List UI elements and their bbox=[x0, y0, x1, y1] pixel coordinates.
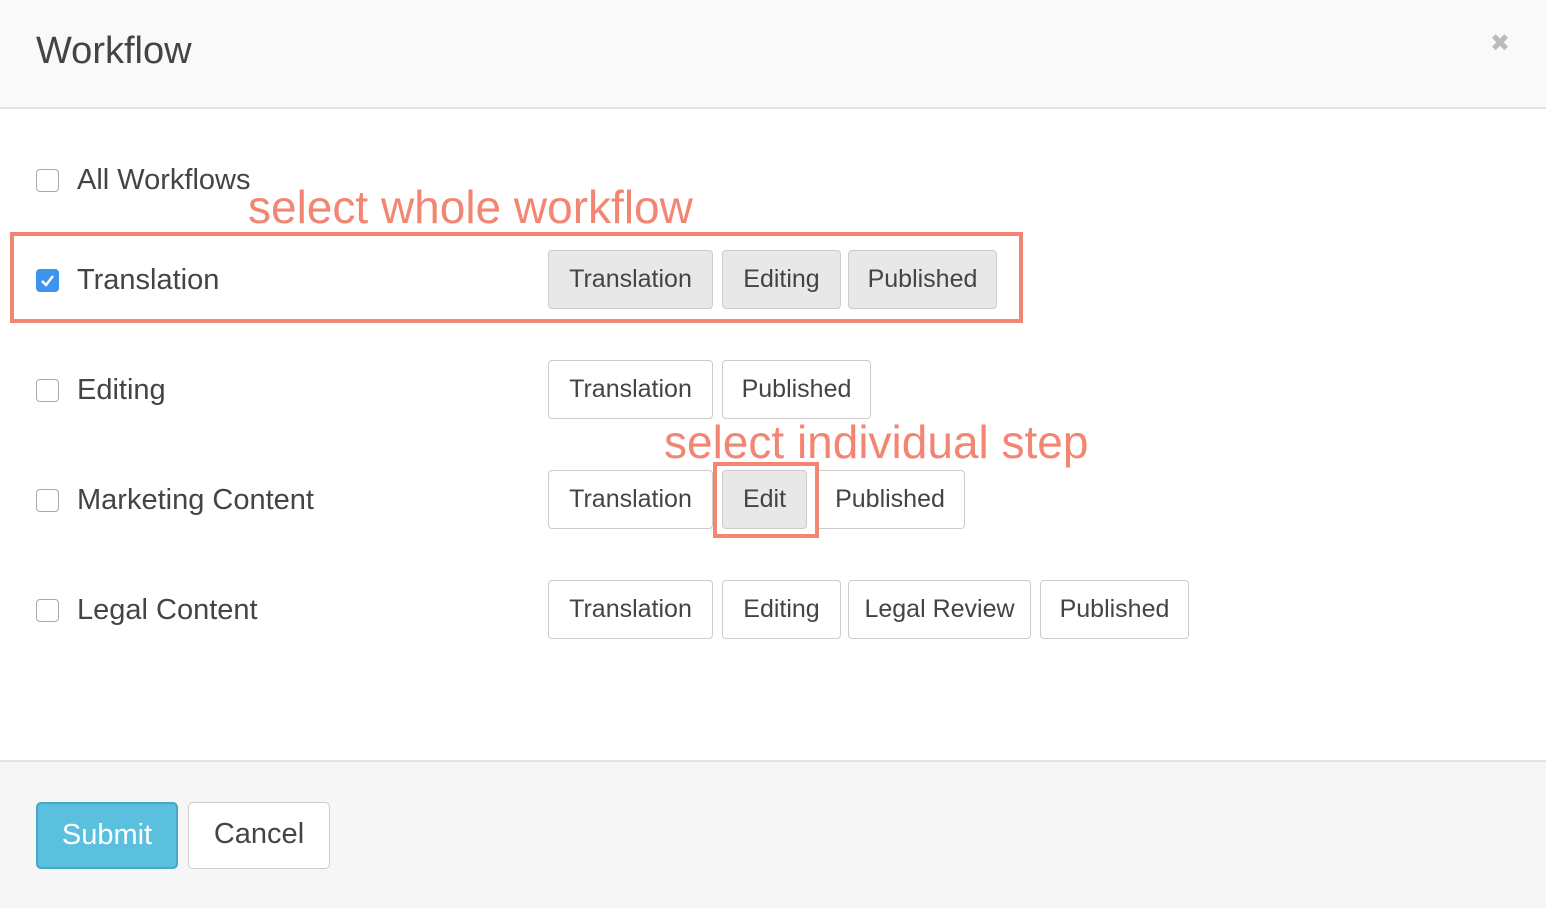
row-label-marketing-content: Marketing Content bbox=[77, 484, 314, 516]
modal-footer: Submit Cancel bbox=[0, 760, 1546, 908]
step-legal-legal-review[interactable]: Legal Review bbox=[848, 580, 1031, 639]
step-legal-editing[interactable]: Editing bbox=[722, 580, 841, 639]
checkbox-marketing-content[interactable] bbox=[36, 489, 59, 512]
submit-button[interactable]: Submit bbox=[36, 802, 178, 869]
annotation-individual-step: select individual step bbox=[664, 416, 1089, 468]
checkbox-editing[interactable] bbox=[36, 379, 59, 402]
checkbox-legal-content[interactable] bbox=[36, 599, 59, 622]
step-marketing-published[interactable]: Published bbox=[815, 470, 965, 529]
cancel-button[interactable]: Cancel bbox=[188, 802, 330, 869]
close-icon[interactable]: ✖ bbox=[1488, 30, 1512, 58]
annotation-box-individual-step bbox=[713, 462, 819, 538]
checkbox-all-workflows[interactable] bbox=[36, 169, 59, 192]
row-label-legal-content: Legal Content bbox=[77, 594, 258, 626]
modal-header: Workflow ✖ bbox=[0, 0, 1546, 109]
step-legal-published[interactable]: Published bbox=[1040, 580, 1189, 639]
annotation-box-whole-workflow bbox=[10, 232, 1023, 323]
step-editing-translation[interactable]: Translation bbox=[548, 360, 713, 419]
modal-title: Workflow bbox=[36, 30, 192, 72]
step-legal-translation[interactable]: Translation bbox=[548, 580, 713, 639]
step-marketing-translation[interactable]: Translation bbox=[548, 470, 713, 529]
annotation-whole-workflow: select whole workflow bbox=[248, 181, 693, 233]
row-label-all-workflows: All Workflows bbox=[77, 164, 251, 196]
row-label-editing: Editing bbox=[77, 374, 166, 406]
step-editing-published[interactable]: Published bbox=[722, 360, 871, 419]
